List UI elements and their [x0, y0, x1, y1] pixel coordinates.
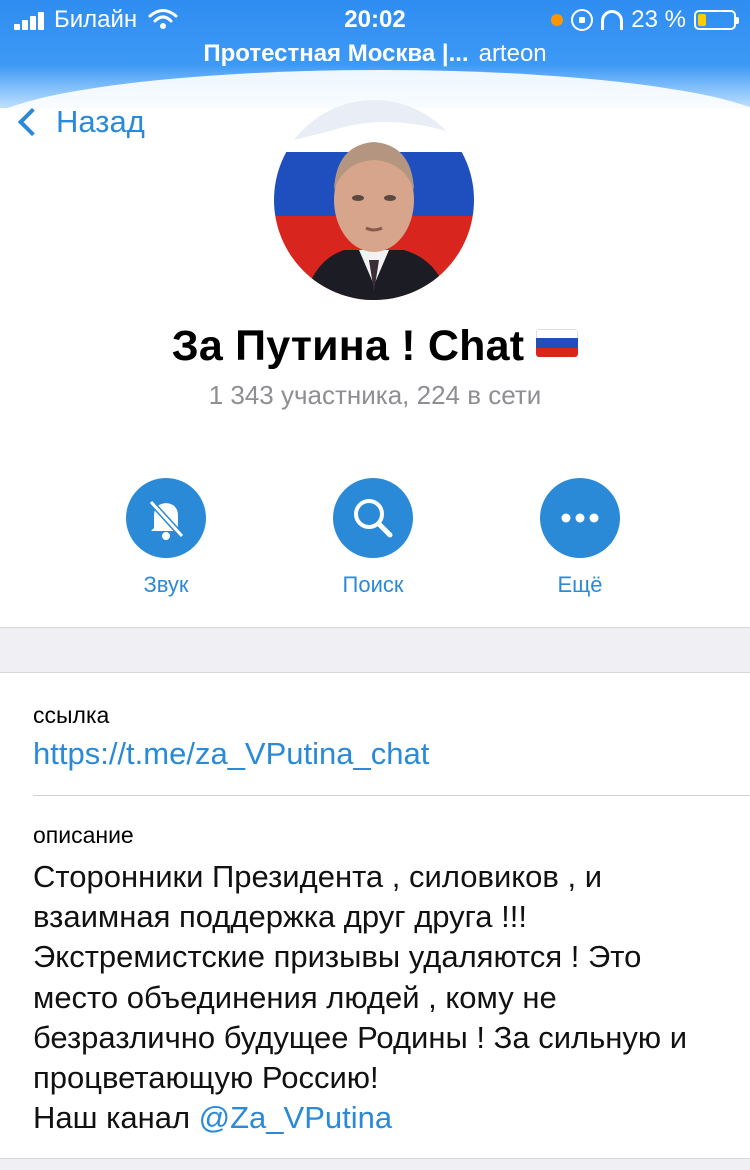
bottom-separator	[0, 1158, 750, 1170]
member-count: 1 343 участника, 224 в сети	[208, 380, 542, 410]
link-label: ссылка	[33, 702, 110, 728]
status-bar: Билайн 20:02 23 %	[0, 6, 750, 36]
channel-prefix: Наш канал	[33, 1100, 199, 1136]
banner-user: arteon	[478, 40, 547, 67]
status-right: 23 %	[551, 6, 739, 34]
more-label: Ещё	[557, 572, 603, 597]
chat-title: За Путина ! Chat	[0, 322, 750, 371]
battery-level	[698, 14, 706, 26]
search-icon	[354, 499, 393, 538]
info-divider	[33, 795, 750, 796]
headphones-icon	[601, 10, 624, 30]
channel-handle-link[interactable]: @Za_VPutina	[199, 1100, 392, 1135]
section-separator	[0, 627, 750, 673]
invite-link[interactable]: https://t.me/za_VPutina_chat	[33, 736, 429, 772]
search-label: Поиск	[342, 572, 404, 597]
more-button-circle[interactable]	[540, 478, 620, 558]
search-button-circle[interactable]	[333, 478, 413, 558]
sound-button-circle[interactable]	[126, 478, 206, 558]
chat-avatar[interactable]	[274, 100, 474, 300]
back-button[interactable]: Назад	[14, 104, 145, 140]
back-label: Назад	[56, 104, 145, 139]
recording-dot-icon	[551, 14, 564, 26]
chat-title-text: За Путина ! Chat	[171, 322, 525, 370]
description-label: описание	[33, 822, 134, 848]
description-text: Сторонники Президента , силовиков , и вз…	[33, 857, 723, 1138]
top-banner: Билайн 20:02 23 % Протестная Москва |...…	[0, 0, 750, 108]
active-chat-banner[interactable]: Протестная Москва |... arteon	[0, 40, 750, 68]
more-dots-icon	[561, 513, 599, 523]
chevron-left-icon	[17, 107, 47, 137]
portrait-image	[274, 100, 474, 300]
description-body: Сторонники Президента , силовиков , и вз…	[33, 859, 688, 1096]
battery-icon	[694, 10, 739, 30]
sound-button[interactable]: Звук	[86, 478, 246, 598]
more-button[interactable]: Ещё	[500, 478, 660, 598]
rotation-lock-icon	[571, 9, 594, 31]
russian-flag-icon	[536, 329, 579, 357]
sound-label: Звук	[143, 572, 189, 597]
bell-slash-icon	[148, 499, 185, 540]
banner-group-name: Протестная Москва |...	[203, 40, 469, 67]
search-button[interactable]: Поиск	[293, 478, 453, 598]
battery-percent: 23 %	[631, 6, 686, 33]
